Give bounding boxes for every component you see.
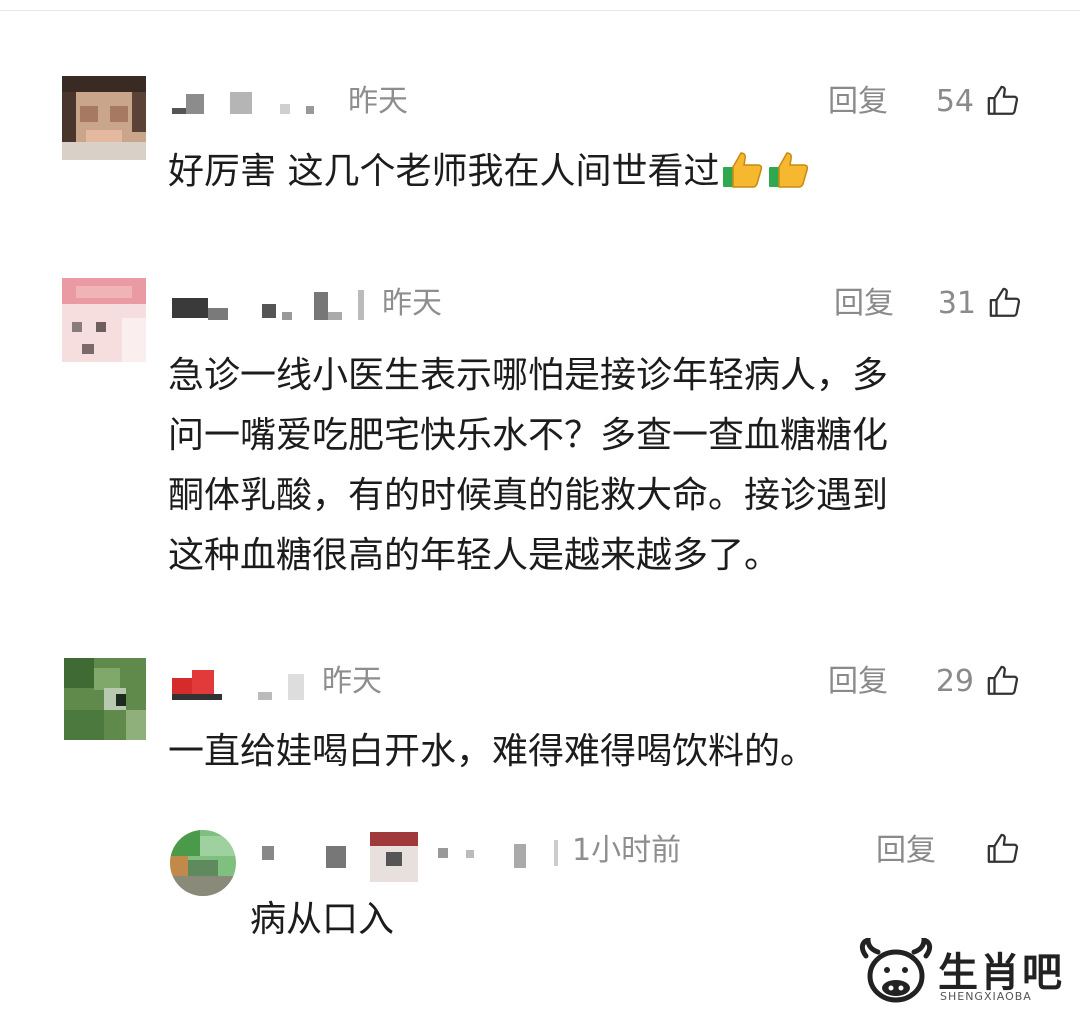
like-count: 54 (935, 84, 974, 119)
comment-time: 昨天 (322, 664, 382, 699)
thumbs-up-icon[interactable] (986, 832, 1020, 866)
comment-time: 昨天 (348, 84, 408, 119)
reply-button[interactable]: 回复 (828, 83, 888, 121)
username-redacted[interactable] (172, 664, 322, 702)
thumbs-up-emoji-icon (723, 152, 763, 188)
username-redacted[interactable] (262, 832, 562, 882)
comment-text-content: 好厉害 这几个老师我在人间世看过 (168, 151, 720, 192)
watermark-logo: 生肖吧 SHENGXIAOBA (858, 938, 1068, 1014)
comment-text: 一直给娃喝白开水，难得难得喝饮料的。 (168, 731, 817, 772)
avatar[interactable] (64, 658, 146, 740)
comment-text-line: 急诊一线小医生表示哪怕是接诊年轻病人，多 (168, 355, 889, 396)
reply-button[interactable]: 回复 (876, 832, 936, 870)
watermark-sub: SHENGXIAOBA (940, 990, 1032, 1003)
reply-button[interactable]: 回复 (828, 663, 888, 701)
username-redacted[interactable] (172, 286, 372, 324)
thumbs-up-emoji-icon (769, 152, 809, 188)
username-redacted[interactable] (172, 84, 332, 122)
comment-text: 好厉害 这几个老师我在人间世看过 (168, 142, 811, 202)
top-divider (0, 10, 1080, 11)
avatar[interactable] (62, 278, 146, 362)
reply-text: 病从口入 (250, 899, 395, 940)
like-count: 29 (935, 664, 974, 699)
comment-text-line: 问一嘴爱吃肥宅快乐水不？多查一查血糖糖化 (168, 415, 889, 456)
thumbs-up-icon[interactable] (986, 84, 1020, 118)
thumbs-up-icon[interactable] (986, 664, 1020, 698)
ox-head-icon (859, 938, 933, 1003)
reply-time: 1小时前 (572, 833, 682, 868)
comment-time: 昨天 (382, 286, 442, 321)
comment-text-line: 这种血糖很高的年轻人是越来越多了。 (168, 535, 781, 576)
comment-text-line: 酮体乳酸，有的时候真的能救大命。接诊遇到 (168, 475, 889, 516)
thumbs-up-icon[interactable] (988, 286, 1022, 320)
avatar[interactable] (62, 76, 146, 160)
avatar[interactable] (170, 830, 236, 896)
reply-button[interactable]: 回复 (834, 285, 894, 323)
like-count: 31 (937, 286, 976, 321)
